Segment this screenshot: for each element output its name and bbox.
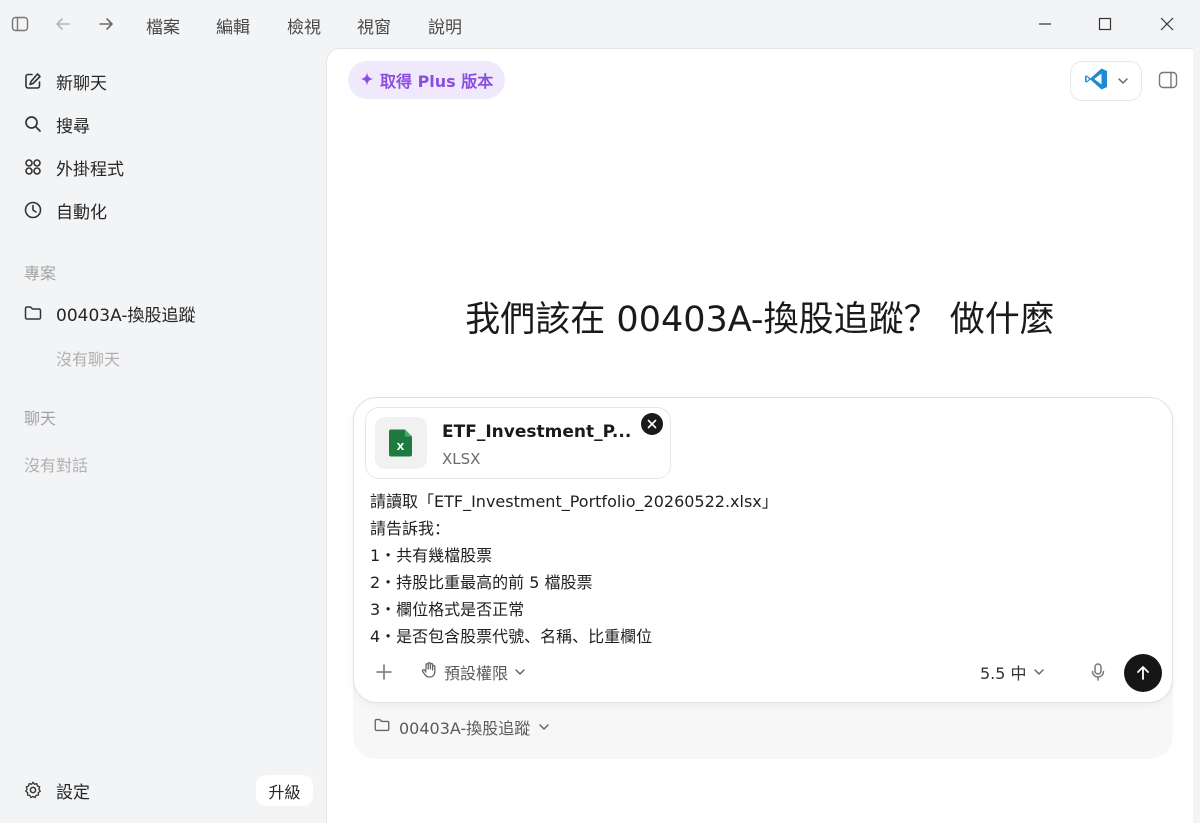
get-plus-label: 取得 Plus 版本 — [380, 72, 494, 91]
attachment-name: ETF_Investment_P... — [442, 422, 632, 442]
sidebar-item-new-chat[interactable]: 新聊天 — [22, 68, 107, 94]
menu-help[interactable]: 說明 — [428, 13, 462, 38]
menu-view[interactable]: 檢視 — [287, 13, 321, 38]
send-button[interactable] — [1124, 654, 1162, 692]
prompt-line: 請告訴我： — [370, 519, 451, 538]
sidebar-item-search[interactable]: 搜尋 — [22, 111, 90, 137]
main-panel: 取得 Plus 版本 我們該在 00403A-換股追蹤？ 做什麼 X ETF_I… — [326, 48, 1193, 823]
plugins-icon — [22, 156, 44, 178]
chevron-down-icon — [1033, 663, 1045, 682]
edit-icon — [22, 70, 44, 92]
model-label: 5.5 中 — [980, 664, 1027, 683]
menu-edit[interactable]: 編輯 — [216, 13, 250, 38]
add-attachment-button[interactable] — [372, 660, 396, 684]
sparkle-icon — [360, 71, 374, 90]
chevron-down-icon — [538, 718, 550, 737]
chats-empty-text: 沒有對話 — [24, 456, 89, 475]
folder-icon — [373, 716, 391, 738]
settings-button[interactable]: 設定 — [22, 777, 90, 803]
composer-area: X ETF_Investment_P... XLSX 請讀取「ETF_Inves… — [353, 397, 1173, 759]
plus-icon — [376, 664, 392, 680]
hand-icon — [420, 661, 438, 683]
chevron-down-icon — [514, 663, 526, 682]
page-title: 我們該在 00403A-換股追蹤？ 做什麼 — [465, 300, 1055, 340]
composer[interactable]: X ETF_Investment_P... XLSX 請讀取「ETF_Inves… — [353, 397, 1173, 703]
vscode-icon — [1083, 66, 1109, 96]
sidebar-item-label: 外掛程式 — [56, 159, 124, 180]
gear-icon — [22, 779, 44, 801]
arrow-up-icon — [1137, 666, 1149, 680]
settings-label: 設定 — [56, 782, 90, 803]
minimize-button[interactable] — [1030, 10, 1060, 38]
sidebar-toggle-icon[interactable] — [10, 14, 30, 34]
prompt-input[interactable]: 請讀取「ETF_Investment_Portfolio_20260522.xl… — [370, 488, 1150, 650]
folder-icon — [22, 302, 44, 324]
right-panel-toggle-icon[interactable] — [1158, 70, 1178, 90]
forward-arrow-icon[interactable] — [96, 14, 116, 34]
prompt-line: 2・持股比重最高的前 5 檔股票 — [370, 573, 593, 592]
sidebar-item-automation[interactable]: 自動化 — [22, 197, 107, 223]
projects-section-label: 專案 — [24, 264, 57, 283]
composer-toolbar: 預設權限 5.5 中 — [354, 652, 1172, 696]
close-icon — [647, 419, 657, 429]
sidebar-item-label: 新聊天 — [56, 73, 107, 94]
prompt-line: 4・是否包含股票代號、名稱、比重欄位 — [370, 627, 653, 646]
attachment-type: XLSX — [442, 450, 481, 468]
excel-letter: X — [397, 442, 405, 453]
close-button[interactable] — [1152, 10, 1182, 38]
clock-icon — [22, 199, 44, 221]
get-plus-button[interactable]: 取得 Plus 版本 — [348, 61, 506, 99]
chevron-down-icon — [1117, 72, 1129, 91]
model-dropdown[interactable]: 5.5 中 — [980, 660, 1045, 684]
open-in-editor-button[interactable] — [1070, 61, 1142, 101]
project-selector[interactable]: 00403A-換股追蹤 — [373, 715, 550, 739]
sidebar-item-plugins[interactable]: 外掛程式 — [22, 154, 124, 180]
maximize-button[interactable] — [1090, 10, 1120, 38]
project-chip-label: 00403A-換股追蹤 — [399, 719, 531, 738]
sidebar-item-project[interactable]: 00403A-換股追蹤 — [22, 300, 195, 326]
sidebar: 新聊天 搜尋 外掛程式 自動化 專案 00403A-換股追蹤 沒有聊天 聊天 沒… — [0, 48, 326, 822]
prompt-line: 3・欄位格式是否正常 — [370, 600, 525, 619]
permission-label: 預設權限 — [444, 664, 509, 683]
project-empty-text: 沒有聊天 — [56, 350, 121, 369]
permission-dropdown[interactable]: 預設權限 — [420, 660, 526, 684]
chats-section-label: 聊天 — [24, 409, 57, 428]
prompt-line: 1・共有幾檔股票 — [370, 546, 493, 565]
search-icon — [22, 113, 44, 135]
upgrade-button[interactable]: 升級 — [256, 775, 313, 806]
sidebar-item-label: 搜尋 — [56, 116, 90, 137]
menu-file[interactable]: 檔案 — [146, 13, 180, 38]
microphone-button[interactable] — [1086, 660, 1110, 684]
back-arrow-icon[interactable] — [53, 14, 73, 34]
prompt-line: 請讀取「ETF_Investment_Portfolio_20260522.xl… — [370, 492, 778, 511]
remove-attachment-button[interactable] — [641, 413, 663, 435]
excel-file-icon: X — [375, 417, 427, 469]
sidebar-item-label: 自動化 — [56, 202, 107, 223]
menu-window[interactable]: 視窗 — [357, 13, 391, 38]
sidebar-item-label: 00403A-換股追蹤 — [56, 305, 196, 326]
microphone-icon — [1091, 663, 1105, 681]
attachment-card[interactable]: X ETF_Investment_P... XLSX — [365, 407, 671, 479]
title-bar: 檔案 編輯 檢視 視窗 說明 — [0, 0, 1200, 48]
